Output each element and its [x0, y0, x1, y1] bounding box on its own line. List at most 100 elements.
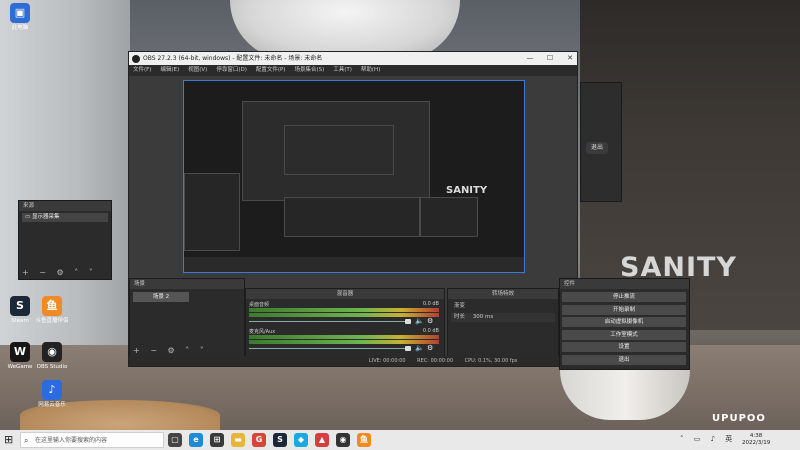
duration-label: 时长 [454, 314, 466, 320]
app-icon: W [10, 342, 30, 362]
control-button[interactable]: 开始录制 [562, 304, 686, 315]
control-button[interactable]: 工作室模式 [562, 329, 686, 340]
transitions-dock: 转场特效 渐变 时长 300 ms [447, 288, 559, 358]
desktop-icon-label: 斗鱼直播伴侣 [35, 318, 69, 324]
sources-dock-floating: 来源 ▭ 显示器采集 + − ⚙ ˄ ˅ [18, 200, 112, 280]
mixer-track: 桌面音频 0.0 dB 🔈 ⚙ [249, 301, 439, 325]
edge-icon[interactable]: e [189, 433, 203, 447]
menu-item[interactable]: 编辑(E) [160, 67, 179, 73]
app-icon: S [10, 296, 30, 316]
search-placeholder: 在这里输入你要搜索的内容 [35, 437, 108, 444]
fader-track [249, 348, 409, 349]
status-cpu: CPU: 0.1%, 30.00 fps [464, 358, 518, 364]
start-windows-icon[interactable]: ⊞ [4, 434, 16, 446]
nested-mixer [284, 197, 420, 237]
desktop-icon[interactable]: ♪ 网易云音乐 [34, 380, 70, 408]
control-button[interactable]: 启动虚拟摄像机 [562, 317, 686, 327]
volume-meter [249, 335, 439, 339]
obs-logo-icon [132, 55, 140, 63]
obs-icon[interactable]: ◉ [336, 433, 350, 447]
desktop-icon[interactable]: ◉ OBS Studio [34, 342, 70, 370]
app-icon: ♪ [42, 380, 62, 400]
nested-sanity-text: SANITY [446, 185, 488, 196]
desktop-icon[interactable]: S Steam [2, 296, 38, 324]
transition-select[interactable]: 渐变 [451, 302, 555, 311]
status-rec: REC: 00:00:00 [417, 358, 454, 364]
menu-item[interactable]: 停靠窗口(D) [216, 67, 247, 73]
menu-item[interactable]: 视图(V) [188, 67, 207, 73]
status-live: LIVE: 00:00:00 [369, 358, 406, 364]
scenes-toolbar[interactable]: + − ⚙ ˄ ˅ [133, 346, 208, 355]
control-button[interactable]: 停止推流 [562, 292, 686, 302]
mixer-db: 0.0 dB [422, 328, 439, 334]
mixer-track-name: 桌面音频 0.0 dB [249, 301, 439, 308]
app-icon[interactable]: ◆ [294, 433, 308, 447]
sources-dock-title: 来源 [19, 201, 111, 211]
volume-meter [249, 308, 439, 312]
control-button[interactable]: 设置 [562, 342, 686, 352]
google-icon[interactable]: G [252, 433, 266, 447]
store-icon[interactable]: ⊞ [210, 433, 224, 447]
menu-item[interactable]: 帮助(H) [361, 67, 380, 73]
app-icon: ◉ [42, 342, 62, 362]
control-button[interactable]: 退出 [562, 354, 686, 365]
speaker-icon[interactable]: 🔈 [415, 344, 424, 352]
minimize-button[interactable]: — [521, 52, 539, 65]
close-button[interactable]: ✕ [561, 52, 579, 65]
taskbar-search[interactable]: ⌕ 在这里输入你要搜索的内容 [20, 432, 164, 448]
desktop-icon-label: OBS Studio [36, 364, 68, 370]
explorer-icon[interactable]: ▬ [231, 433, 245, 447]
task-view-icon[interactable]: ▢ [168, 433, 182, 447]
desktop-icon-label: 网易云音乐 [38, 402, 66, 408]
mixer-db: 0.0 dB [422, 301, 439, 307]
clock-time: 4:38 [749, 433, 763, 439]
menu-item[interactable]: 文件(F) [133, 67, 151, 73]
desktop-icon-label: 此电脑 [11, 25, 29, 31]
monitor-icon: ▭ [25, 214, 32, 220]
nested-preview-2 [284, 125, 394, 175]
fader-knob[interactable] [405, 319, 411, 324]
mixer-dock: 混音器 桌面音频 0.0 dB 🔈 ⚙ 麦克风/Aux 0.0 dB 🔈 ⚙ [245, 288, 445, 358]
taskbar-clock[interactable]: 4:38 2022/3/19 [742, 433, 770, 447]
volume-fader[interactable]: 🔈 ⚙ [249, 344, 439, 352]
side-app-exit-button[interactable]: 退出 [586, 142, 608, 154]
app-icon: 鱼 [42, 296, 62, 316]
scene-item-selected[interactable]: 场景 2 [133, 292, 189, 302]
duration-input[interactable]: 300 ms [473, 314, 493, 320]
controls-dock-floating: 控件 停止推流 开始录制 启动虚拟摄像机 工作室模式 设置 退出 [559, 278, 690, 370]
douyu-icon[interactable]: 鱼 [357, 433, 371, 447]
sources-toolbar[interactable]: + − ⚙ ˄ ˅ [22, 268, 97, 277]
nested-sources [184, 173, 240, 251]
app2-icon[interactable]: ▲ [315, 433, 329, 447]
maximize-button[interactable]: ☐ [541, 52, 559, 65]
mixer-dock-title: 混音器 [246, 289, 444, 299]
scenes-dock: 场景 场景 2 + − ⚙ ˄ ˅ [129, 278, 245, 358]
nested-controls [420, 197, 478, 237]
menu-item[interactable]: 场景集合(S) [294, 67, 324, 73]
desktop-icon[interactable]: W WeGame [2, 342, 38, 370]
speaker-icon[interactable]: 🔈 [415, 317, 424, 325]
gear-icon[interactable]: ⚙ [427, 317, 433, 325]
mixer-track-name: 麦克风/Aux 0.0 dB [249, 328, 439, 335]
preview-canvas[interactable]: SANITY [183, 80, 525, 273]
gear-icon[interactable]: ⚙ [427, 344, 433, 352]
system-tray[interactable]: ˄ ▭ ♪ 英 [680, 434, 736, 444]
mixer-track: 麦克风/Aux 0.0 dB 🔈 ⚙ [249, 328, 439, 352]
menu-item[interactable]: 配置文件(P) [256, 67, 286, 73]
menu-item[interactable]: 工具(T) [333, 67, 352, 73]
clock-date: 2022/3/19 [742, 440, 771, 446]
volume-meter [249, 340, 439, 344]
source-item[interactable]: ▭ 显示器采集 [22, 213, 108, 222]
steam-icon[interactable]: S [273, 433, 287, 447]
fader-knob[interactable] [405, 346, 411, 351]
search-icon: ⌕ [24, 436, 29, 445]
desktop-icon[interactable]: ▣ 此电脑 [2, 3, 38, 31]
desktop-icon[interactable]: 鱼斗鱼直播伴侣 [34, 296, 70, 324]
obs-titlebar: OBS 27.2.3 (64-bit, windows) - 配置文件: 未命名… [129, 52, 577, 65]
app-icon: ▣ [10, 3, 30, 23]
volume-fader[interactable]: 🔈 ⚙ [249, 317, 439, 325]
volume-meter [249, 313, 439, 317]
duration-row: 时长 300 ms [451, 313, 555, 322]
fader-track [249, 321, 409, 322]
scenes-dock-title: 场景 [130, 279, 244, 289]
